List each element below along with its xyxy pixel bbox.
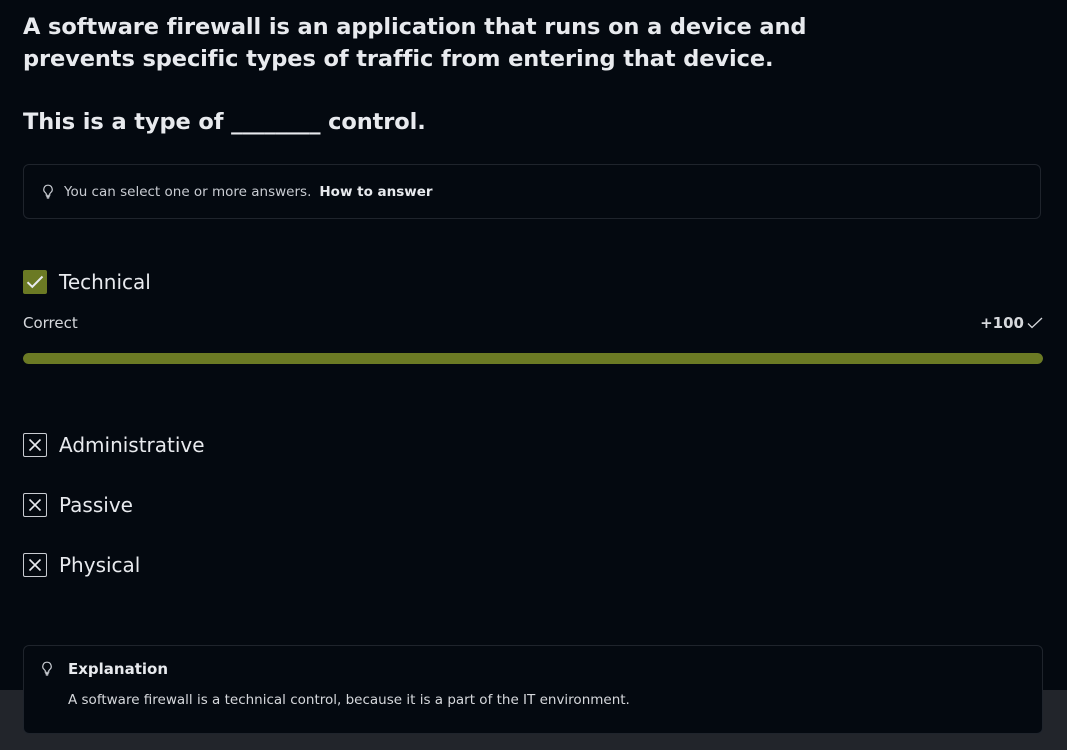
option-label: Passive [59,493,133,517]
how-to-answer-link[interactable]: How to answer [319,184,432,200]
points-value: +100 [980,314,1024,332]
hint-text: You can select one or more answers. [64,183,312,200]
score-progress-fill [23,353,1043,364]
option-administrative[interactable]: Administrative [23,433,205,457]
checkmark-icon [1027,317,1043,329]
explanation-header: Explanation [41,660,168,678]
cross-icon [28,438,42,452]
option-physical[interactable]: Physical [23,553,140,577]
explanation-text: A software firewall is a technical contr… [68,692,630,708]
result-row: Correct +100 [23,314,1043,332]
checkbox-crossed[interactable] [23,433,47,457]
question-line-1: A software firewall is an application th… [23,14,807,40]
option-label: Technical [59,270,151,294]
hint-box: You can select one or more answers. How … [23,164,1041,219]
option-label: Physical [59,553,141,577]
lightbulb-icon [42,184,56,200]
question-text: A software firewall is an application th… [23,11,1023,138]
quiz-page: A software firewall is an application th… [0,0,1067,750]
result-status: Correct [23,314,78,332]
score-progress-bar [23,353,1043,364]
question-line-2: prevents specific types of traffic from … [23,46,774,72]
checkmark-icon [26,275,44,289]
checkbox-checked[interactable] [23,270,47,294]
explanation-title: Explanation [68,660,169,678]
cross-icon [28,498,42,512]
points-badge: +100 [980,314,1043,332]
option-label: Administrative [59,433,205,457]
question-prompt: This is a type of ________ control. [23,109,426,135]
lightbulb-icon [41,661,55,677]
option-technical[interactable]: Technical [23,270,151,294]
explanation-panel: Explanation A software firewall is a tec… [23,645,1043,734]
checkbox-crossed[interactable] [23,493,47,517]
cross-icon [28,558,42,572]
checkbox-crossed[interactable] [23,553,47,577]
option-passive[interactable]: Passive [23,493,133,517]
